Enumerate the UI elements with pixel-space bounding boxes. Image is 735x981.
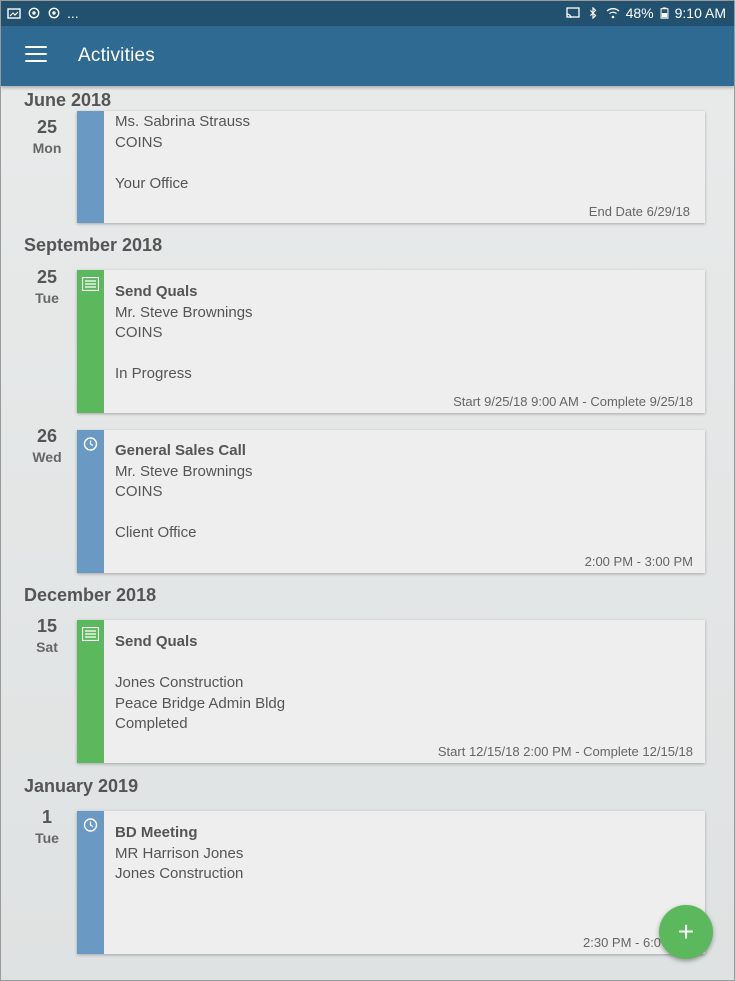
day-name: Mon [32, 140, 62, 156]
month-header: June 2018 [24, 90, 112, 110]
activity-card[interactable]: Send Quals Jones Construction Peace Brid… [77, 620, 705, 763]
activity-type-strip [77, 270, 104, 413]
task-list-icon [82, 277, 99, 291]
task-list-icon [82, 627, 99, 641]
activity-company: Jones Construction [115, 865, 244, 882]
activity-spacer [115, 153, 693, 174]
battery-icon [660, 7, 669, 19]
battery-percentage: 48% [625, 5, 654, 21]
day-label: 25 Tue [17, 267, 77, 306]
activity-type-strip [77, 811, 104, 954]
day-label: 26 Wed [17, 426, 77, 465]
activity-type-strip [77, 111, 104, 223]
month-header: January 2019 [24, 776, 139, 796]
activity-card[interactable]: General Sales Call Mr. Steve Brownings C… [77, 430, 705, 573]
activity-title: BD Meeting [115, 824, 198, 841]
activity-time-range: 2:30 PM - 6:0 [583, 935, 662, 950]
day-number: 26 [36, 426, 58, 446]
bluetooth-icon [589, 7, 596, 19]
day-name: Tue [35, 830, 59, 846]
activity-date-range: End Date 6/29/18 [588, 204, 690, 219]
activity-status: In Progress [115, 365, 192, 382]
month-header: December 2018 [24, 585, 157, 605]
sync-icon [28, 7, 40, 19]
activity-title: Send Quals [115, 283, 198, 300]
activity-contact: Mr. Steve Brownings [115, 303, 253, 321]
day-number: 1 [41, 807, 52, 827]
cast-icon [565, 7, 580, 19]
clock-time: 9:10 AM [674, 5, 726, 21]
activity-company: Jones Construction [115, 674, 244, 691]
activity-card[interactable]: Send Quals Mr. Steve Brownings COINS In … [77, 270, 705, 413]
status-bar: ... 48% 9:10 AM [1, 1, 734, 26]
activity-company: COINS [115, 324, 163, 341]
activity-time-range: 2:00 PM - 3:00 PM [584, 554, 693, 569]
activity-project: Peace Bridge Admin Bldg [115, 694, 286, 712]
activity-title: General Sales Call [115, 442, 246, 459]
day-name: Tue [35, 290, 59, 306]
clock-icon [83, 818, 98, 832]
activity-contact: Mr. Steve Brownings [115, 462, 253, 480]
day-number: 15 [36, 616, 58, 636]
app-frame: ... 48% 9:10 AM Activities June 2018 25 … [0, 0, 735, 981]
activity-type-strip [77, 620, 104, 763]
day-name: Sat [36, 639, 58, 655]
day-name: Wed [32, 449, 62, 465]
hamburger-menu-icon[interactable] [25, 46, 47, 64]
app-bar: Activities [1, 26, 734, 86]
activity-company: COINS [115, 483, 163, 500]
page-title: Activities [78, 45, 155, 66]
activity-location: Client Office [115, 524, 197, 541]
activity-spacer [115, 344, 693, 365]
activity-contact: Ms. Sabrina Strauss [115, 113, 251, 130]
clock-icon [83, 437, 98, 451]
activity-date-range: Start 9/25/18 9:00 AM - Complete 9/25/18 [453, 394, 693, 409]
overflow-indicator: ... [67, 5, 79, 21]
activity-title: Send Quals [115, 633, 198, 650]
add-icon: + [677, 916, 695, 947]
month-header: September 2018 [24, 235, 163, 255]
activity-card[interactable]: Ms. Sabrina Strauss COINS Your Office En… [77, 111, 705, 223]
day-number: 25 [36, 117, 58, 137]
activity-contact: MR Harrison Jones [115, 844, 244, 862]
activity-location: Your Office [115, 174, 189, 192]
activity-date-range: Start 12/15/18 2:00 PM - Complete 12/15/… [437, 744, 693, 759]
activity-spacer [115, 503, 693, 524]
screenshot-icon [7, 8, 21, 19]
sync-icon [48, 7, 60, 19]
day-label: 15 Sat [17, 616, 77, 655]
day-label: 25 Mon [17, 117, 77, 156]
day-number: 25 [36, 267, 58, 287]
activity-type-strip [77, 430, 104, 573]
activity-card[interactable]: BD Meeting MR Harrison Jones Jones Const… [77, 811, 705, 954]
day-label: 1 Tue [17, 807, 77, 846]
activity-spacer [115, 653, 693, 674]
add-activity-button[interactable]: + [659, 905, 713, 959]
wifi-icon [606, 8, 620, 19]
activity-company: COINS [115, 133, 163, 151]
activity-status: Completed [115, 715, 188, 732]
